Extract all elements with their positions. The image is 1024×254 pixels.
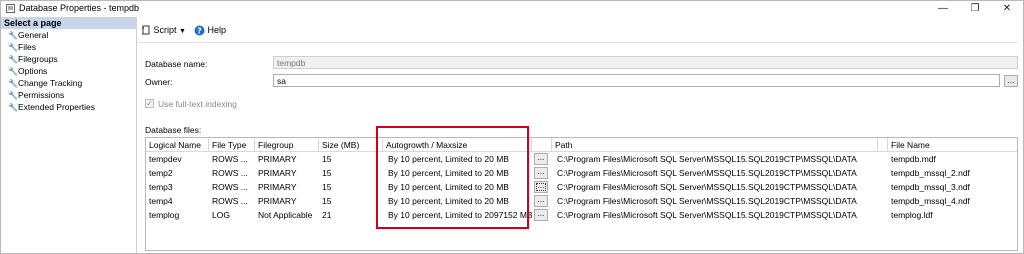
path-cell: C:\Program Files\Microsoft SQL Server\MS… [557, 154, 857, 164]
owner-label: Owner: [145, 77, 173, 87]
size-cell[interactable]: 15 [319, 194, 383, 208]
column-header-filegroup[interactable]: Filegroup [255, 138, 319, 152]
sidebar-item-label: Files [18, 42, 36, 52]
chevron-down-icon[interactable]: ▼ [179, 28, 186, 35]
autogrowth-edit-button[interactable]: ... [534, 195, 548, 207]
sidebar-item-label: Permissions [18, 90, 65, 100]
file-type-cell[interactable]: ROWS ... [209, 194, 255, 208]
toolbar: Script ▼ ? Help [138, 21, 1018, 39]
owner-browse-button[interactable]: ... [1004, 75, 1018, 87]
script-button[interactable]: Script ▼ [141, 23, 186, 39]
database-files-grid: Logical Name File Type Filegroup Size (M… [145, 137, 1018, 251]
sidebar-item-options[interactable]: 🔧Options [1, 65, 136, 77]
file-type-cell[interactable]: ROWS ... [209, 152, 255, 166]
restore-button[interactable]: ❐ [959, 1, 991, 16]
sidebar-item-label: Filegroups [18, 54, 58, 64]
window-title: Database Properties - tempdb [19, 3, 140, 13]
column-header-autogrowth-button [532, 138, 552, 152]
autogrowth-edit-button[interactable]: ... [534, 153, 548, 165]
sidebar-item-extended-properties[interactable]: 🔧Extended Properties [1, 101, 136, 113]
column-header-file-name[interactable]: File Name [888, 138, 1017, 152]
file-type-cell[interactable]: ROWS ... [209, 166, 255, 180]
autogrowth-edit-button[interactable]: ... [534, 209, 548, 221]
autogrowth-edit-button[interactable]: ... [534, 167, 548, 179]
column-header-path[interactable]: Path [552, 138, 878, 152]
sidebar-item-files[interactable]: 🔧Files [1, 41, 136, 53]
table-row[interactable]: tempdev ROWS ... PRIMARY 15 By 10 percen… [146, 152, 1017, 166]
sidebar-item-general[interactable]: 🔧General [1, 29, 136, 41]
page-selector: Select a page 🔧General 🔧Files 🔧Filegroup… [1, 17, 137, 253]
sidebar-item-change-tracking[interactable]: 🔧Change Tracking [1, 77, 136, 89]
file-type-cell[interactable]: ROWS ... [209, 180, 255, 194]
wrench-icon: 🔧 [8, 103, 18, 112]
file-name-cell[interactable]: tempdb_mssql_2.ndf [888, 166, 1017, 180]
help-button[interactable]: ? Help [194, 23, 226, 37]
file-name-cell[interactable]: tempdb_mssql_4.ndf [888, 194, 1017, 208]
filegroup-cell[interactable]: Not Applicable [255, 208, 319, 222]
sidebar-item-filegroups[interactable]: 🔧Filegroups [1, 53, 136, 65]
sidebar-item-label: Change Tracking [18, 78, 83, 88]
size-cell[interactable]: 21 [319, 208, 383, 222]
help-label: Help [207, 25, 227, 35]
sidebar-item-permissions[interactable]: 🔧Permissions [1, 89, 136, 101]
database-name-field: tempdb [273, 56, 1018, 69]
path-cell: C:\Program Files\Microsoft SQL Server\MS… [557, 210, 857, 220]
database-properties-icon [6, 4, 15, 13]
toolbar-separator [138, 42, 1018, 43]
owner-field[interactable]: sa [273, 74, 1000, 87]
file-type-cell[interactable]: LOG [209, 208, 255, 222]
filegroup-cell[interactable]: PRIMARY [255, 152, 319, 166]
logical-name-cell[interactable]: tempdev [146, 152, 209, 166]
table-row[interactable]: temp2 ROWS ... PRIMARY 15 By 10 percent,… [146, 166, 1017, 180]
table-row[interactable]: templog LOG Not Applicable 21 By 10 perc… [146, 208, 1017, 222]
svg-text:?: ? [197, 26, 202, 35]
logical-name-cell[interactable]: templog [146, 208, 209, 222]
minimize-button[interactable]: — [927, 1, 959, 16]
fulltext-checkbox: ✓ [145, 99, 154, 108]
column-header-size[interactable]: Size (MB) [319, 138, 383, 152]
autogrowth-edit-button[interactable]: ... [534, 181, 548, 193]
path-cell: C:\Program Files\Microsoft SQL Server\MS… [557, 182, 857, 192]
grid-header-row: Logical Name File Type Filegroup Size (M… [146, 138, 1017, 152]
size-cell[interactable]: 15 [319, 152, 383, 166]
database-name-label: Database name: [145, 59, 208, 69]
filegroup-cell[interactable]: PRIMARY [255, 180, 319, 194]
column-header-file-type[interactable]: File Type [209, 138, 255, 152]
title-bar: Database Properties - tempdb — ❐ ✕ [1, 1, 1023, 16]
script-icon [142, 25, 150, 35]
select-page-header: Select a page [1, 17, 136, 29]
database-files-label: Database files: [145, 125, 202, 135]
sidebar-item-label: General [18, 30, 49, 40]
sidebar-item-label: Extended Properties [18, 102, 96, 112]
logical-name-cell[interactable]: temp4 [146, 194, 209, 208]
path-cell: C:\Program Files\Microsoft SQL Server\MS… [557, 168, 857, 178]
filegroup-cell[interactable]: PRIMARY [255, 194, 319, 208]
path-cell: C:\Program Files\Microsoft SQL Server\MS… [557, 196, 857, 206]
autogrowth-highlight-box [376, 126, 529, 229]
fulltext-label: Use full-text indexing [158, 99, 237, 109]
table-row[interactable]: temp4 ROWS ... PRIMARY 15 By 10 percent,… [146, 194, 1017, 208]
column-header-logical-name[interactable]: Logical Name [146, 138, 209, 152]
size-cell[interactable]: 15 [319, 180, 383, 194]
logical-name-cell[interactable]: temp3 [146, 180, 209, 194]
file-name-cell[interactable]: templog.ldf [888, 208, 1017, 222]
logical-name-cell[interactable]: temp2 [146, 166, 209, 180]
close-button[interactable]: ✕ [991, 1, 1023, 16]
sidebar-item-label: Options [18, 66, 48, 76]
filegroup-cell[interactable]: PRIMARY [255, 166, 319, 180]
help-icon: ? [194, 25, 205, 36]
file-name-cell[interactable]: tempdb_mssql_3.ndf [888, 180, 1017, 194]
size-cell[interactable]: 15 [319, 166, 383, 180]
database-properties-window: Database Properties - tempdb — ❐ ✕ Selec… [0, 0, 1024, 254]
table-row[interactable]: temp3 ROWS ... PRIMARY 15 By 10 percent,… [146, 180, 1017, 194]
file-name-cell[interactable]: tempdb.mdf [888, 152, 1017, 166]
script-label: Script [153, 25, 177, 35]
column-header-path-button [878, 138, 888, 152]
